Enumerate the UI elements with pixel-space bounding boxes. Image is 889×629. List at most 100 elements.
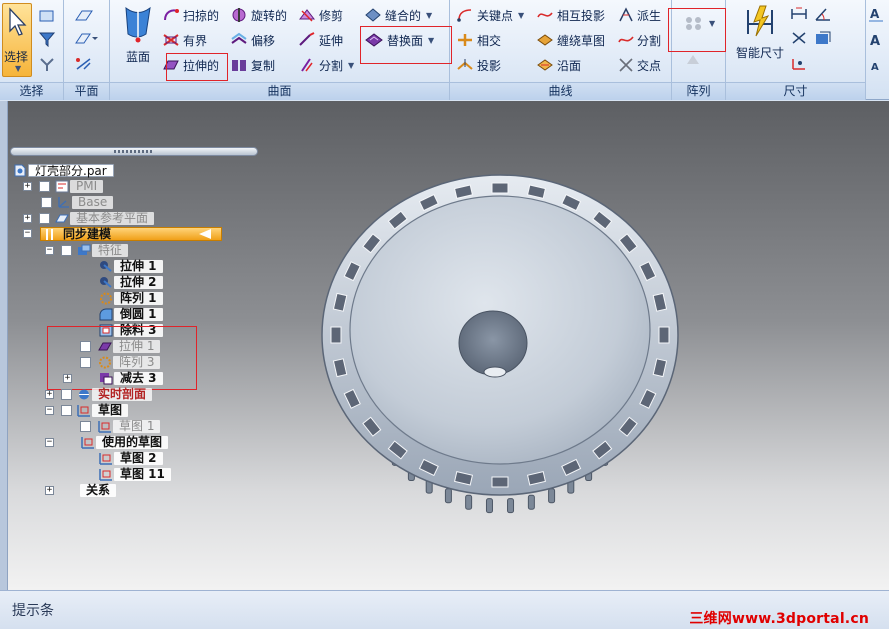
- copy-button[interactable]: 复制: [230, 54, 275, 76]
- select-tool-button[interactable]: 选择 ▼: [2, 3, 32, 77]
- angle-dimension-icon[interactable]: [814, 6, 832, 22]
- project-mutual-button[interactable]: 相互投影: [536, 4, 605, 26]
- dimension-style-icon[interactable]: [814, 30, 832, 46]
- tree-node-sync-modeling[interactable]: 同步建模: [40, 227, 222, 241]
- tree-item-extrude-1-surface[interactable]: 拉伸 1: [80, 339, 161, 354]
- expand-icon[interactable]: +: [23, 214, 32, 223]
- copy-label: 复制: [251, 58, 276, 73]
- tree-item-label: 草图 1: [113, 420, 161, 433]
- status-bar: 提示条 三维网www.3dportal.cn: [0, 590, 889, 629]
- smart-dimension-button[interactable]: 智能尺寸: [730, 4, 790, 61]
- trim-button[interactable]: 修剪: [298, 4, 343, 26]
- bluesurf-button[interactable]: 蓝面: [116, 4, 160, 65]
- gear-tooth: [507, 498, 515, 514]
- chevron-down-icon[interactable]: ▼: [426, 11, 432, 20]
- split-surface-label: 分割: [319, 58, 344, 73]
- tree-node-ref-planes[interactable]: + 基本参考平面: [23, 211, 155, 226]
- tree-item-extrude-1[interactable]: 拉伸 1: [98, 259, 163, 274]
- replace-face-button[interactable]: 替换面 ▼: [364, 29, 434, 51]
- pattern-button[interactable]: ▼: [684, 12, 715, 34]
- visibility-checkbox[interactable]: [61, 389, 72, 400]
- visibility-checkbox[interactable]: [61, 405, 72, 416]
- wrap-sketch-button[interactable]: 缠绕草图: [536, 29, 605, 51]
- mirror-icon[interactable]: [684, 52, 702, 68]
- chevron-down-icon[interactable]: ▼: [709, 19, 715, 28]
- sketch-icon: [81, 437, 94, 449]
- chevron-down-icon[interactable]: ▼: [518, 11, 524, 20]
- collapse-icon[interactable]: −: [45, 246, 54, 255]
- angled-plane-icon[interactable]: [74, 31, 98, 47]
- chevron-down-icon[interactable]: ▼: [348, 61, 354, 70]
- visibility-checkbox[interactable]: [80, 357, 91, 368]
- revolved-button[interactable]: 旋转的: [230, 4, 287, 26]
- extrude-feature-icon: [100, 261, 112, 272]
- visibility-checkbox[interactable]: [80, 341, 91, 352]
- dimension-group-label: 尺寸: [726, 82, 865, 100]
- visibility-checkbox[interactable]: [41, 197, 52, 208]
- select-options-icon[interactable]: [38, 56, 56, 72]
- collapse-icon[interactable]: −: [45, 438, 54, 447]
- project-curve-button[interactable]: 投影: [456, 54, 501, 76]
- intersection-point-button[interactable]: 交点: [618, 54, 661, 76]
- text-size-up-icon[interactable]: A: [868, 32, 884, 48]
- split-curve-button[interactable]: 分割: [618, 29, 661, 51]
- tree-item-sketch-11[interactable]: 草图 11: [98, 467, 171, 482]
- keypoint-curve-button[interactable]: 关键点 ▼: [456, 4, 524, 26]
- visibility-checkbox[interactable]: [39, 213, 50, 224]
- text-style-icon[interactable]: A: [868, 6, 884, 22]
- tree-node-pmi[interactable]: + PMI: [23, 179, 104, 194]
- bounded-button[interactable]: 有界: [162, 29, 207, 51]
- text-size-down-icon[interactable]: A: [868, 58, 884, 74]
- lamp-housing-model[interactable]: [310, 150, 690, 520]
- collapse-icon[interactable]: −: [45, 406, 54, 415]
- coordinate-dimension-icon[interactable]: [790, 30, 808, 46]
- tree-node-base[interactable]: Base: [41, 195, 114, 210]
- tree-node-features[interactable]: − 特征: [45, 243, 129, 258]
- extruded-button[interactable]: 拉伸的: [162, 54, 219, 76]
- visibility-checkbox[interactable]: [80, 421, 91, 432]
- collapse-icon[interactable]: −: [23, 229, 32, 238]
- tree-node-relations[interactable]: + 关系: [45, 483, 117, 498]
- dimension-axis-icon[interactable]: [790, 56, 808, 72]
- select-face-icon[interactable]: [38, 8, 56, 24]
- distance-dimension-icon[interactable]: [790, 6, 808, 22]
- expand-icon[interactable]: +: [63, 374, 72, 383]
- visibility-checkbox[interactable]: [39, 181, 50, 192]
- tree-item-subtract-3[interactable]: + 减去 3: [63, 371, 163, 386]
- round-feature-icon: [99, 308, 113, 321]
- coincident-plane-icon[interactable]: [74, 8, 94, 24]
- tree-item-extrude-2[interactable]: 拉伸 2: [98, 275, 163, 290]
- intersect-curve-button[interactable]: 相交: [456, 29, 501, 51]
- tree-item-cutout-3[interactable]: 除料 3: [98, 323, 163, 338]
- filter-icon[interactable]: [38, 31, 56, 47]
- swept-button[interactable]: 扫掠的: [162, 4, 219, 26]
- prompt-bar-label: 提示条: [12, 603, 54, 619]
- expand-icon[interactable]: +: [45, 390, 54, 399]
- tree-node-used-sketches[interactable]: − 使用的草图: [45, 435, 169, 450]
- tree-item-round-1[interactable]: 倒圆 1: [98, 307, 163, 322]
- pathfinder-header[interactable]: [10, 147, 258, 156]
- svg-text:A: A: [870, 7, 880, 21]
- tree-node-live-section[interactable]: + 实时剖面: [45, 387, 153, 402]
- derived-curve-button[interactable]: 派生: [618, 4, 661, 26]
- visibility-checkbox[interactable]: [61, 245, 72, 256]
- plane-normal-icon[interactable]: [74, 56, 94, 72]
- along-face-button[interactable]: 沿面: [536, 54, 581, 76]
- tree-root[interactable]: 灯壳部分.par: [12, 163, 114, 178]
- offset-button[interactable]: 偏移: [230, 29, 275, 51]
- tree-item-sketch-1[interactable]: 草图 1: [80, 419, 161, 434]
- expand-icon[interactable]: +: [23, 182, 32, 191]
- extend-button[interactable]: 延伸: [298, 29, 343, 51]
- stitched-button[interactable]: 缝合的 ▼: [364, 4, 432, 26]
- gear-tooth: [527, 494, 535, 510]
- tree-node-sketches[interactable]: − 草图: [45, 403, 129, 418]
- tree-item-pattern-3[interactable]: 阵列 3: [80, 355, 161, 370]
- drag-grip[interactable]: [114, 150, 154, 153]
- expand-icon[interactable]: +: [45, 486, 54, 495]
- tree-item-sketch-2[interactable]: 草图 2: [98, 451, 163, 466]
- split-surface-button[interactable]: 分割 ▼: [298, 54, 354, 76]
- chevron-down-icon[interactable]: ▼: [428, 36, 434, 45]
- tree-item-pattern-1[interactable]: 阵列 1: [98, 291, 163, 306]
- pattern-icon: [686, 17, 701, 30]
- chevron-down-icon[interactable]: ▼: [15, 64, 21, 73]
